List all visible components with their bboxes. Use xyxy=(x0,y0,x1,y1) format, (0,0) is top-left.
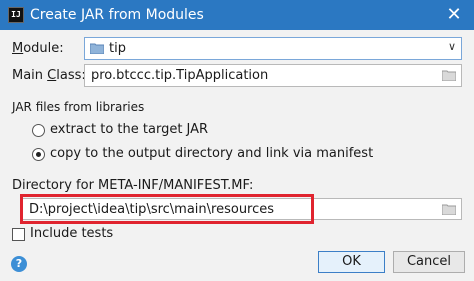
main-class-field[interactable]: pro.btccc.tip.TipApplication xyxy=(84,64,462,87)
red-highlight-box xyxy=(20,194,314,224)
window-title: Create JAR from Modules xyxy=(30,7,204,23)
main-class-label: Main Class: xyxy=(12,68,86,83)
extract-option-label[interactable]: extract to the target JAR xyxy=(50,122,208,137)
main-class-value: pro.btccc.tip.TipApplication xyxy=(91,68,269,83)
manifest-dir-label: Directory for META-INF/MANIFEST.MF: xyxy=(12,178,254,193)
copy-option-label[interactable]: copy to the output directory and link vi… xyxy=(50,146,373,161)
include-tests-checkbox[interactable] xyxy=(12,228,25,241)
app-icon-text: IJ xyxy=(11,10,21,19)
help-icon[interactable]: ? xyxy=(11,256,27,272)
module-value: tip xyxy=(109,41,126,56)
extract-radio[interactable] xyxy=(32,124,45,137)
intellij-app-icon: IJ xyxy=(8,7,24,23)
include-tests-label[interactable]: Include tests xyxy=(30,226,113,241)
module-label-rest: odule: xyxy=(23,41,64,56)
browse-folder-icon[interactable] xyxy=(442,70,456,81)
module-folder-icon xyxy=(90,43,104,54)
chevron-down-icon[interactable]: ∨ xyxy=(448,40,456,53)
module-combobox[interactable]: tip ∨ xyxy=(84,37,462,60)
title-bar: IJ Create JAR from Modules ✕ xyxy=(0,0,474,30)
browse-folder-icon[interactable] xyxy=(442,204,456,215)
ok-button[interactable]: OK xyxy=(318,251,385,273)
cancel-button[interactable]: Cancel xyxy=(393,251,465,273)
copy-radio[interactable] xyxy=(32,148,45,161)
jar-files-section-label: JAR files from libraries xyxy=(12,100,145,114)
close-icon[interactable]: ✕ xyxy=(444,4,464,25)
module-label: Module: xyxy=(12,41,64,56)
